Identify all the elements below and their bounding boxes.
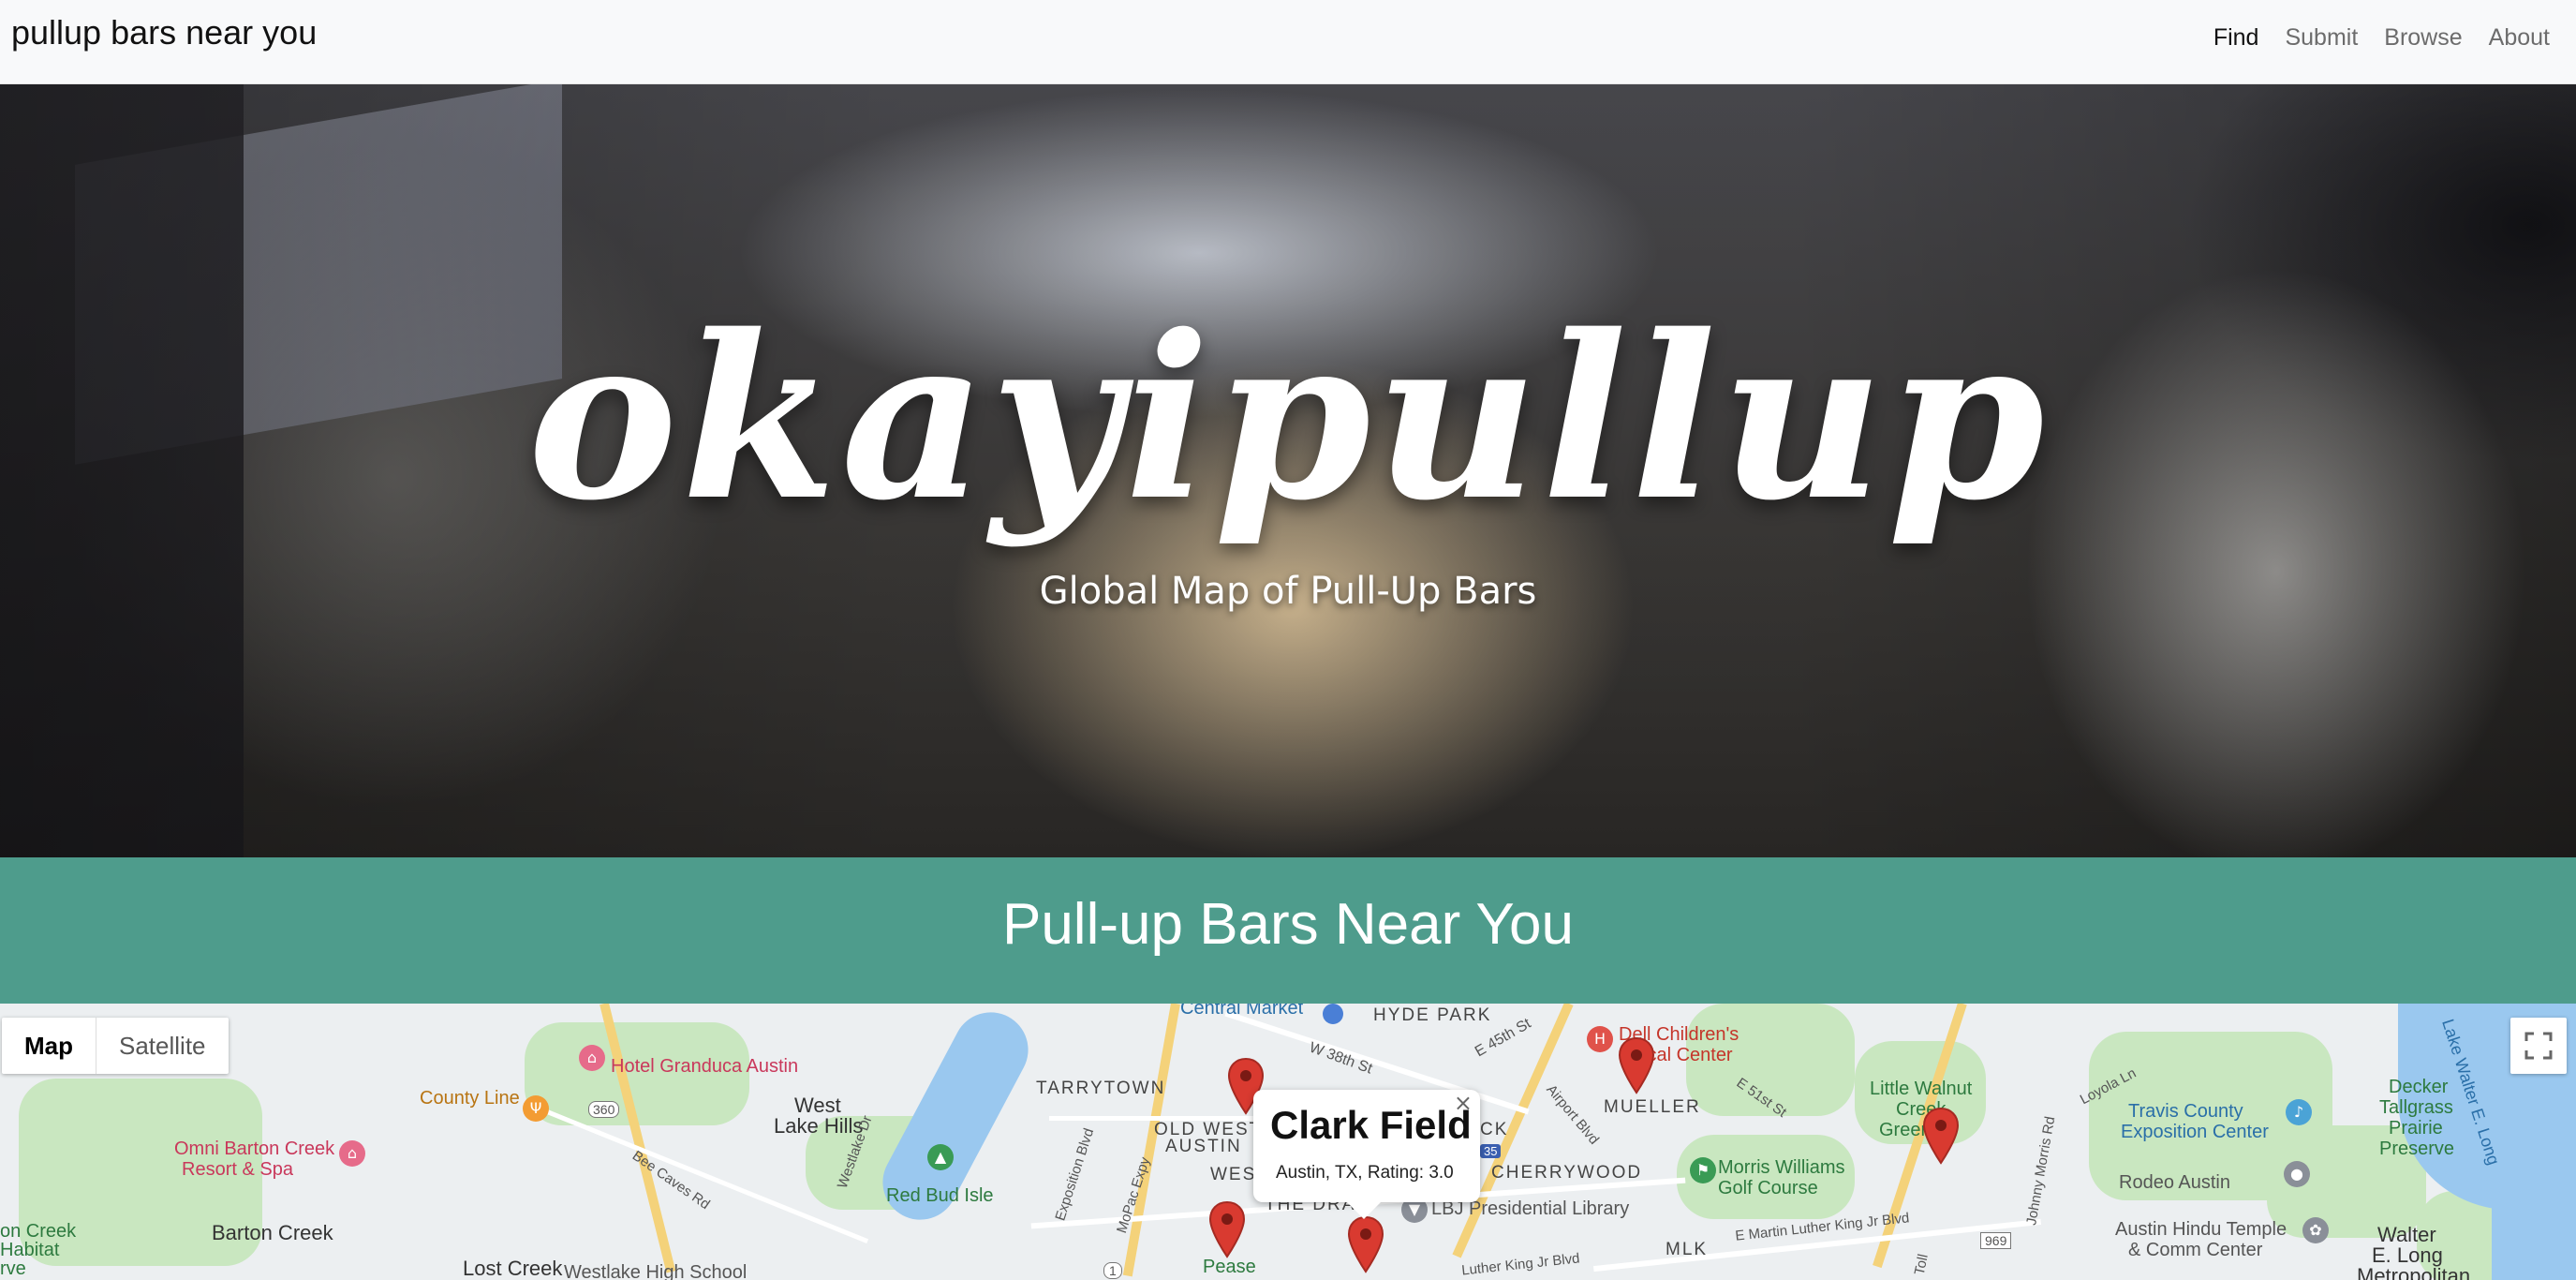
hotel-icon: ⌂ [579,1045,605,1071]
map-label: TARRYTOWN [1036,1079,1166,1098]
map-label: rve [0,1258,26,1279]
info-window-details: Austin, TX, Rating: 3.0 [1276,1163,1454,1183]
route-shield: 35 [1480,1144,1502,1158]
map-marker-icon[interactable] [1347,1215,1384,1273]
nav-link-about[interactable]: About [2489,24,2550,52]
map-label: Westlake High School [564,1262,748,1280]
nav-link-browse[interactable]: Browse [2384,24,2462,52]
map-label: Exposition Blvd [1052,1126,1098,1223]
navbar: pullup bars near you Find Submit Browse … [0,0,2576,84]
map-marker-icon[interactable] [1208,1200,1246,1258]
map-lake [2492,1191,2576,1280]
map-label: ical Center [1643,1045,1733,1065]
map-label: County Line [420,1088,520,1109]
place-of-worship-icon: ✿ [2302,1217,2329,1243]
map-marker-icon[interactable] [1922,1107,1960,1165]
map-label: & Comm Center [2128,1240,2263,1260]
map-label: AUSTIN [1165,1137,1242,1156]
restaurant-icon: Ψ [523,1095,549,1122]
golf-icon: ⚑ [1690,1157,1716,1183]
map-label: Luther King Jr Blvd [1460,1250,1581,1279]
map-marker-icon[interactable] [1618,1036,1655,1094]
map-label: MLK [1666,1240,1709,1259]
route-shield: 1 [1103,1262,1122,1279]
map-label: Central Market [1180,1004,1304,1019]
map-label: Bee Caves Rd [629,1147,713,1213]
map-label: Omni Barton Creek [174,1139,335,1159]
map-info-window: Clark Field Austin, TX, Rating: 3.0 × [1253,1090,1480,1219]
map-label: Golf Course [1718,1178,1818,1198]
map-label: Johnny Morris Rd [2023,1115,2059,1227]
info-window-title: Clark Field [1270,1103,1472,1147]
nav-links: Find Submit Browse About [2213,24,2550,52]
close-icon[interactable]: × [1454,1090,1473,1116]
nav-link-find[interactable]: Find [2213,24,2259,52]
map-label: Decker [2389,1077,2449,1097]
route-shield: 969 [1980,1232,2012,1249]
map-label: CK [1480,1120,1509,1139]
hospital-icon: H [1587,1026,1613,1052]
map-label: Travis County [2128,1101,2243,1122]
map-label: Resort & Spa [182,1159,293,1180]
map-label: Rodeo Austin [2119,1172,2230,1193]
map-label: Prairie [2389,1118,2443,1139]
map-label: HYDE PARK [1373,1005,1492,1025]
map-label: Airport Blvd [1543,1081,1603,1148]
market-icon [1323,1004,1343,1024]
brand-link[interactable]: pullup bars near you [11,13,317,52]
route-shield: 360 [588,1101,620,1118]
section-header: Pull-up Bars Near You [0,857,2576,1004]
map-label: Austin Hindu Temple [2115,1219,2287,1240]
map-label: Exposition Center [2121,1122,2269,1142]
section-title: Pull-up Bars Near You [1001,892,1575,957]
map-label: CHERRYWOOD [1491,1163,1643,1183]
map-label: Lake Hills [774,1114,864,1138]
map-label: Pease [1203,1257,1256,1277]
fullscreen-button[interactable] [2510,1018,2567,1074]
hero-banner: okayipullup Global Map of Pull-Up Bars [0,84,2576,857]
map-label: Metropolitan [2357,1264,2471,1280]
park-icon: ▲ [927,1144,954,1170]
map-type-map-button[interactable]: Map [2,1018,96,1074]
map-label: Preserve [2379,1139,2455,1159]
music-venue-icon: ♪ [2286,1099,2312,1125]
map-label: Morris Williams [1718,1157,1845,1178]
map-label: Toll [1911,1252,1932,1277]
map-label: Lost Creek [463,1257,563,1280]
map-type-control: Map Satellite [2,1018,229,1074]
fullscreen-icon [2524,1032,2553,1060]
map-label: Hotel Granduca Austin [611,1056,799,1077]
map-label: Barton Creek [212,1221,333,1244]
nav-link-submit[interactable]: Submit [2285,24,2358,52]
map-label: MUELLER [1604,1097,1701,1117]
hero-subtitle: Global Map of Pull-Up Bars [1039,570,1537,613]
map-label: Red Bud Isle [886,1185,994,1206]
location-icon: ● [2284,1161,2310,1187]
hero-title: okayipullup [527,286,2049,550]
hotel-icon: ⌂ [339,1140,365,1167]
map-label: Tallgrass [2379,1097,2453,1118]
map-label: Little Walnut [1870,1079,1973,1099]
map-type-satellite-button[interactable]: Satellite [96,1018,229,1074]
map-label: W 38th St [1307,1039,1375,1078]
